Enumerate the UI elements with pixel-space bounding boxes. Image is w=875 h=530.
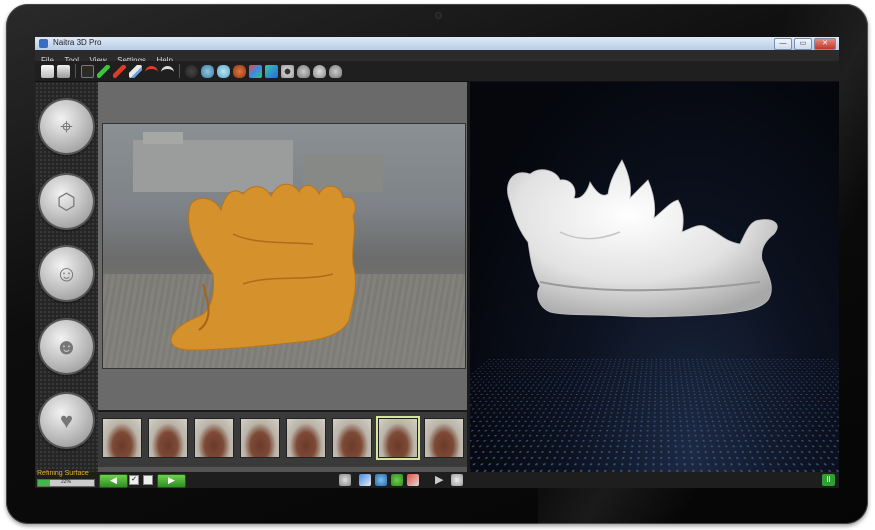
mesh-icon[interactable] — [185, 65, 198, 78]
export-icon[interactable] — [359, 474, 371, 486]
shape-icon[interactable] — [313, 65, 326, 78]
thumbnail-selected[interactable] — [378, 418, 418, 458]
3d-model-view[interactable] — [470, 82, 839, 472]
target-icon[interactable]: ⌖ — [40, 100, 93, 153]
status-label: Refining Surface — [37, 470, 89, 477]
checkbox-checked[interactable]: ✓ — [129, 475, 139, 485]
menu-bar: File Tool View Settings Help — [35, 50, 839, 61]
image-filmstrip — [98, 412, 467, 467]
select-icon[interactable] — [81, 65, 94, 78]
close-button[interactable]: ✕ — [814, 38, 836, 50]
thumbnail[interactable] — [102, 418, 142, 458]
play-icon[interactable]: ▶ — [435, 474, 447, 486]
thumbnail[interactable] — [286, 418, 326, 458]
app-window: Naitra 3D Pro — ▭ ✕ File Tool View Setti… — [35, 37, 839, 488]
toolbar — [35, 61, 839, 82]
minimize-button[interactable]: — — [774, 38, 792, 50]
next-button[interactable]: ▶ — [157, 474, 186, 488]
maximize-button[interactable]: ▭ — [794, 38, 812, 50]
hand-icon[interactable] — [451, 474, 463, 486]
title-bar: Naitra 3D Pro — ▭ ✕ — [35, 37, 839, 50]
3d-model — [470, 82, 839, 472]
pencil-green-icon[interactable] — [97, 65, 110, 78]
eraser-icon[interactable] — [129, 65, 142, 78]
heart-icon[interactable]: ♥ — [40, 394, 93, 447]
pause-button[interactable]: II — [822, 474, 835, 486]
thumbnail[interactable] — [240, 418, 280, 458]
open-file-icon[interactable] — [57, 65, 70, 78]
progress-bar: 22% — [37, 479, 95, 487]
cube-icon[interactable] — [249, 65, 262, 78]
thumbnail[interactable] — [148, 418, 188, 458]
window-title: Naitra 3D Pro — [53, 38, 101, 47]
tree-icon[interactable] — [391, 474, 403, 486]
thumbnail[interactable] — [424, 418, 464, 458]
prev-button[interactable]: ◀ — [99, 474, 128, 488]
source-photo[interactable] — [102, 123, 466, 369]
shape-icon[interactable] — [201, 65, 214, 78]
bottom-bar: Refining Surface 22% ◀ ✓ ▶ ▶ II — [35, 472, 839, 488]
face-icon[interactable]: ☻ — [40, 320, 93, 373]
app-icon — [39, 39, 48, 48]
rabbit-icon[interactable] — [217, 65, 230, 78]
turtle-icon[interactable] — [233, 65, 246, 78]
lock-icon[interactable] — [339, 474, 351, 486]
shape-icon[interactable] — [297, 65, 310, 78]
webcam — [436, 13, 441, 18]
undo-red-icon[interactable] — [145, 66, 158, 77]
segmentation-mask — [103, 124, 465, 368]
thumbnail[interactable] — [194, 418, 234, 458]
new-file-icon[interactable] — [41, 65, 54, 78]
cube-icon[interactable]: ⬡ — [40, 175, 93, 228]
camera-icon[interactable] — [281, 65, 294, 78]
progress-text: 22% — [38, 479, 94, 485]
capture-icon[interactable] — [407, 474, 419, 486]
thumbnail[interactable] — [332, 418, 372, 458]
mask-icon[interactable]: ☺ — [40, 247, 93, 300]
cube-icon[interactable] — [265, 65, 278, 78]
shape-icon[interactable] — [329, 65, 342, 78]
arc-icon[interactable] — [161, 66, 174, 77]
checkbox-unchecked[interactable] — [143, 475, 153, 485]
tool-sidebar: ⌖ ⬡ ☺ ☻ ♥ — [35, 82, 98, 472]
pencil-red-icon[interactable] — [113, 65, 126, 78]
share-icon[interactable] — [375, 474, 387, 486]
